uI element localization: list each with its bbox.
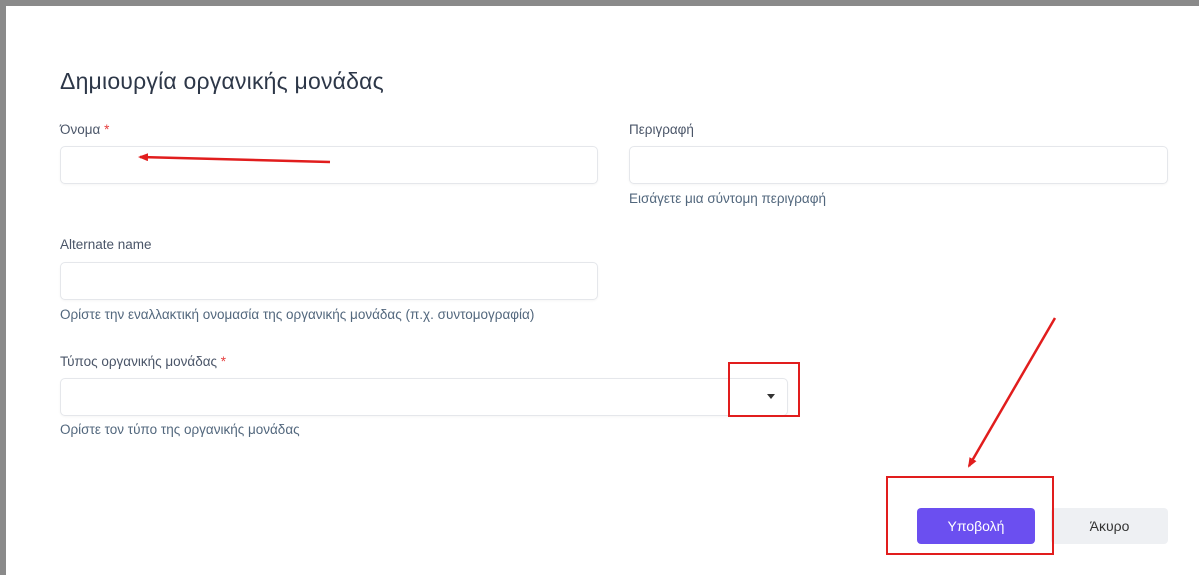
unit-type-select[interactable] [60, 378, 788, 416]
window-frame: Δημιουργία οργανικής μονάδας Όνομα * Περ… [0, 0, 1199, 575]
page-title: Δημιουργία οργανικής μονάδας [60, 68, 384, 94]
unit-type-required-mark: * [220, 354, 227, 369]
submit-button[interactable]: Υποβολή [917, 508, 1035, 544]
cancel-button[interactable]: Άκυρο [1051, 508, 1168, 544]
name-label: Όνομα * [60, 122, 109, 137]
name-required-mark: * [104, 122, 110, 137]
description-input[interactable] [629, 146, 1168, 184]
alternate-name-input[interactable] [60, 262, 598, 300]
unit-type-label: Τύπος οργανικής μονάδας * [60, 354, 226, 369]
description-help: Εισάγετε μια σύντομη περιγραφή [629, 191, 827, 206]
alternate-name-help: Ορίστε την εναλλακτική ονομασία της οργα… [60, 307, 535, 322]
unit-type-label-text: Τύπος οργανικής μονάδας [60, 354, 218, 369]
description-label: Περιγραφή [629, 122, 694, 137]
name-label-text: Όνομα [60, 122, 101, 137]
name-input[interactable] [60, 146, 598, 184]
chevron-down-icon[interactable] [767, 394, 775, 399]
unit-type-help: Ορίστε τον τύπο της οργανικής μονάδας [60, 422, 300, 437]
alternate-name-label: Alternate name [60, 237, 152, 252]
